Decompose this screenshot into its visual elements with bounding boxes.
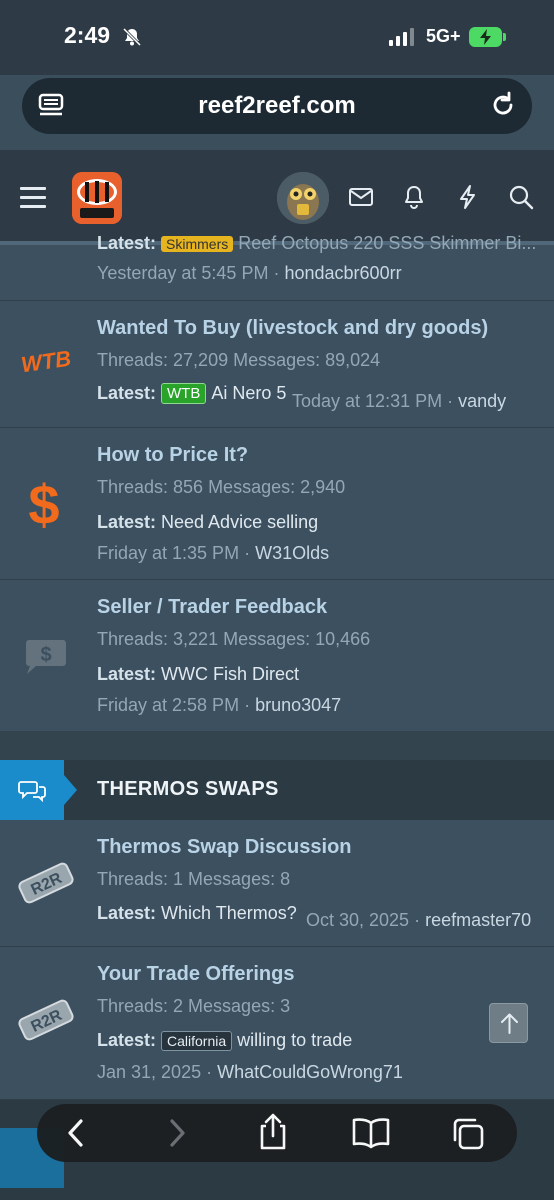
category-header-thermos-swaps[interactable]: THERMOS SWAPS — [0, 760, 554, 820]
reload-icon[interactable] — [488, 90, 518, 125]
url-text[interactable]: reef2reef.com — [22, 92, 532, 120]
wtb-icon: WTB — [18, 345, 74, 384]
forum-node-seller-feedback[interactable]: $ Seller / Trader Feedback Threads: 3,22… — [0, 580, 554, 732]
location-label: California — [161, 1030, 233, 1051]
node-meta: Today at 12:31 PM · vandy — [292, 391, 507, 411]
svg-text:WTB: WTB — [19, 346, 72, 378]
avatar[interactable] — [277, 172, 329, 224]
prefix-label: Skimmers — [161, 235, 234, 252]
node-stats: Threads: 2 Messages: 3 — [97, 996, 291, 1016]
menu-icon[interactable] — [20, 187, 46, 209]
wtb-label: WTB — [161, 383, 207, 404]
chat-bubbles-icon — [18, 778, 46, 807]
svg-text:$: $ — [28, 476, 59, 532]
node-meta-user[interactable]: bruno3047 — [255, 695, 341, 715]
svg-text:$: $ — [40, 644, 51, 666]
category-gap — [0, 731, 554, 760]
node-meta: Friday at 1:35 PM · W31Olds — [97, 543, 330, 563]
node-latest[interactable]: Latest: Which Thermos? — [97, 903, 297, 924]
node-meta-user[interactable]: reefmaster70 — [425, 910, 531, 930]
site-logo[interactable] — [72, 172, 122, 224]
signal-icon — [389, 28, 414, 46]
status-time: 2:49 — [64, 22, 111, 48]
node-stats: Threads: 3,221 Messages: 10,466 — [97, 629, 371, 649]
battery-tip — [503, 33, 506, 41]
scroll-top-button[interactable] — [489, 1003, 528, 1043]
node-title[interactable]: Your Trade Offerings — [97, 963, 294, 986]
tabs-icon[interactable] — [449, 1116, 487, 1157]
envelope-icon[interactable] — [348, 184, 374, 215]
node-meta: Jan 31, 2025 · WhatCouldGoWrong71 — [97, 1062, 403, 1082]
category-arrow — [64, 775, 77, 805]
node-latest[interactable]: Latest: Skimmers Reef Octopus 220 SSS Sk… — [97, 233, 536, 254]
forum-node-wanted-to-buy[interactable]: WTB Wanted To Buy (livestock and dry goo… — [0, 301, 554, 428]
charging-bolt-icon — [477, 28, 495, 51]
dollar-icon: $ — [22, 473, 66, 537]
forum-node-partial[interactable]: Latest: Skimmers Reef Octopus 220 SSS Sk… — [0, 233, 554, 301]
feedback-dollar-icon: $ — [24, 638, 68, 681]
forward-icon[interactable] — [162, 1116, 192, 1155]
node-latest[interactable]: Latest: WWC Fish Direct — [97, 664, 299, 685]
forum-node-how-to-price[interactable]: $ How to Price It? Threads: 856 Messages… — [0, 428, 554, 580]
node-latest[interactable]: Latest: Need Advice selling — [97, 512, 318, 533]
bell-slash-icon — [122, 27, 142, 52]
node-meta-user[interactable]: WhatCouldGoWrong71 — [217, 1062, 403, 1082]
bell-icon[interactable] — [401, 184, 427, 215]
node-latest[interactable]: Latest: WTB Ai Nero 5 — [97, 383, 286, 404]
url-bar[interactable]: reef2reef.com — [22, 78, 532, 134]
node-stats: Threads: 1 Messages: 8 — [97, 869, 291, 889]
r2r-badge-icon: R2R — [16, 858, 76, 913]
node-title[interactable]: How to Price It? — [97, 444, 248, 467]
node-title[interactable]: Thermos Swap Discussion — [97, 836, 352, 859]
bookmarks-icon[interactable] — [350, 1116, 392, 1155]
node-stats: Threads: 27,209 Messages: 89,024 — [97, 350, 381, 370]
node-title[interactable]: Wanted To Buy (livestock and dry goods) — [97, 317, 488, 340]
node-meta: Friday at 2:58 PM · bruno3047 — [97, 695, 342, 715]
forum-node-trade-offerings[interactable]: R2R Your Trade Offerings Threads: 2 Mess… — [0, 947, 554, 1100]
node-latest[interactable]: Latest: California willing to trade — [97, 1030, 352, 1051]
network-type: 5G+ — [426, 26, 461, 46]
search-icon[interactable] — [508, 184, 534, 215]
node-meta-user[interactable]: hondacbr600rr — [284, 263, 401, 283]
browser-toolbar — [37, 1104, 517, 1162]
node-stats: Threads: 856 Messages: 2,940 — [97, 477, 346, 497]
status-bar: 2:49 5G+ — [0, 0, 554, 75]
r2r-badge-icon: R2R — [16, 995, 76, 1050]
node-meta: Oct 30, 2025 · reefmaster70 — [306, 910, 532, 930]
node-meta: Yesterday at 5:45 PM · hondacbr600rr — [97, 263, 402, 283]
forum-node-thermos-discussion[interactable]: R2R Thermos Swap Discussion Threads: 1 M… — [0, 820, 554, 947]
node-meta-user[interactable]: vandy — [458, 391, 506, 411]
node-meta-user[interactable]: W31Olds — [255, 543, 329, 563]
node-title[interactable]: Seller / Trader Feedback — [97, 596, 327, 619]
category-title[interactable]: THERMOS SWAPS — [97, 778, 279, 801]
back-icon[interactable] — [61, 1116, 91, 1155]
category-tab — [0, 760, 64, 820]
share-icon[interactable] — [255, 1112, 291, 1157]
bolt-icon[interactable] — [455, 184, 481, 215]
